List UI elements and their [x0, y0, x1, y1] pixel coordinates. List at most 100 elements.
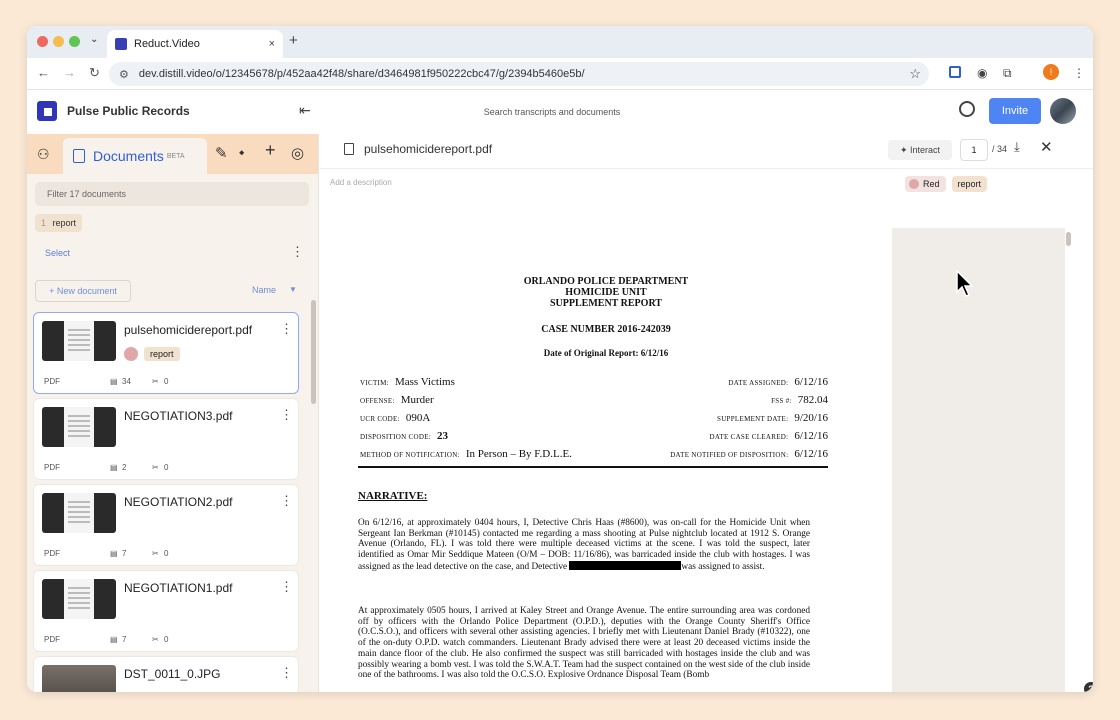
document-more-icon[interactable]: ⋮	[280, 665, 293, 681]
select-button[interactable]: Select	[45, 248, 70, 258]
close-window-dot[interactable]	[37, 36, 48, 47]
supplement-date-field: SUPPLEMENT DATE: 9/20/16	[717, 412, 828, 424]
reload-icon[interactable]: ↻	[89, 65, 100, 81]
global-search-input[interactable]: Search transcripts and documents	[467, 102, 637, 122]
header-line-1: ORLANDO POLICE DEPARTMENT	[523, 276, 689, 287]
pages-icon: ▤	[110, 463, 118, 472]
maximize-window-dot[interactable]	[69, 36, 80, 47]
highlighter-icon[interactable]: ✎	[215, 144, 228, 162]
document-thumbnail	[42, 321, 116, 361]
document-card[interactable]: NEGOTIATION2.pdf ⋮ PDF ▤ 7 ✂ 0	[33, 484, 299, 566]
date-cleared-field: DATE CASE CLEARED: 6/12/16	[709, 430, 828, 442]
pages-icon: ▤	[110, 377, 118, 386]
forward-icon[interactable]: →	[63, 65, 76, 80]
narrative-paragraph-1: On 6/12/16, at approximately 0404 hours,…	[358, 518, 810, 572]
red-tag-label: Red	[923, 179, 940, 189]
people-icon[interactable]: ⚇	[37, 146, 50, 163]
download-icon[interactable]: ⤓	[1014, 139, 1020, 155]
report-tag[interactable]: report	[951, 176, 988, 192]
add-icon[interactable]: +	[265, 140, 276, 161]
workspace-name[interactable]: Pulse Public Records	[67, 104, 190, 118]
clips-icon: ✂	[152, 549, 159, 558]
invite-button[interactable]: Invite	[989, 98, 1041, 124]
tab-search-icon[interactable]: ⌄	[90, 34, 98, 45]
collapse-sidebar-icon[interactable]: ⇤	[299, 102, 311, 119]
sidebar-more-icon[interactable]: ⋮	[291, 244, 304, 260]
sidebar-scrollbar[interactable]	[311, 300, 316, 404]
header-line-2: HOMICIDE UNIT	[565, 287, 647, 298]
header-line-3: SUPPLEMENT REPORT	[550, 298, 662, 309]
sidebar-tabs: ⚇ Documents BETA ✎ ⬩ + ◎	[27, 134, 318, 174]
tag-icon[interactable]: ⬩	[239, 144, 244, 161]
browser-toolbar: ← → ↻ ⚙ dev.distill.video/o/12345678/p/4…	[27, 58, 1093, 90]
site-info-icon[interactable]: ⚙	[119, 68, 129, 81]
document-name: NEGOTIATION2.pdf	[124, 495, 233, 509]
redaction-bar	[569, 560, 682, 570]
offense-field: OFFENSE: Murder	[360, 394, 434, 406]
document-name: pulsehomicidereport.pdf	[124, 323, 253, 337]
document-card[interactable]: pulsehomicidereport.pdf ⋮ report PDF ▤ 3…	[33, 312, 299, 394]
report-tag: report	[144, 347, 180, 361]
document-card[interactable]: NEGOTIATION1.pdf ⋮ PDF ▤ 7 ✂ 0	[33, 570, 299, 652]
document-more-icon[interactable]: ⋮	[280, 407, 293, 423]
red-color-tag	[124, 347, 138, 361]
page-number-input[interactable]: 1	[960, 139, 988, 161]
file-type: PDF	[44, 549, 60, 558]
image-thumbnail	[42, 665, 116, 692]
browser-menu-icon[interactable]: ⋮	[1073, 66, 1085, 80]
interact-button[interactable]: ✦ Interact	[888, 140, 952, 160]
report-header: ORLANDO POLICE DEPARTMENT HOMICIDE UNIT …	[328, 276, 884, 309]
extensions-puzzle-icon[interactable]: ⧉	[1003, 66, 1012, 81]
document-more-icon[interactable]: ⋮	[280, 321, 293, 337]
minimize-window-dot[interactable]	[53, 36, 64, 47]
clips-icon: ✂	[152, 463, 159, 472]
description-input[interactable]: Add a description	[330, 178, 392, 187]
new-tab-icon[interactable]: +	[289, 32, 298, 49]
clips-icon: ✂	[152, 635, 159, 644]
new-document-button[interactable]: + New document	[35, 280, 131, 302]
reduct-favicon-icon	[115, 38, 127, 50]
extension-icon[interactable]	[949, 66, 961, 78]
pdf-page: ORLANDO POLICE DEPARTMENT HOMICIDE UNIT …	[328, 228, 884, 692]
document-more-icon[interactable]: ⋮	[280, 493, 293, 509]
workspace-logo-icon[interactable]	[37, 101, 57, 121]
history-clock-icon[interactable]	[959, 101, 975, 117]
sort-direction-icon[interactable]: ▼	[289, 285, 297, 294]
app-header: Pulse Public Records ⇤ Search transcript…	[27, 90, 1093, 134]
original-report-date: Date of Original Report: 6/12/16	[543, 348, 669, 358]
viewer-title: pulsehomicidereport.pdf	[344, 142, 492, 156]
help-icon[interactable]: ?	[1084, 682, 1093, 692]
clip-count: 0	[164, 463, 169, 472]
document-name: DST_0011_0.JPG	[124, 667, 221, 681]
bookmark-star-icon[interactable]: ☆	[909, 66, 921, 82]
active-filter-chip[interactable]: 1 report	[35, 214, 83, 232]
user-avatar[interactable]	[1050, 98, 1076, 124]
profile-avatar-icon[interactable]: !	[1043, 64, 1059, 80]
browser-tab[interactable]: Reduct.Video ×	[107, 30, 283, 58]
document-tags: report	[124, 347, 180, 361]
document-card[interactable]: NEGOTIATION3.pdf ⋮ PDF ▤ 2 ✂ 0	[33, 398, 299, 480]
document-card[interactable]: DST_0011_0.JPG ⋮	[33, 656, 299, 692]
tab-close-icon[interactable]: ×	[269, 38, 275, 50]
sort-by-name[interactable]: Name	[252, 285, 276, 295]
disposition-field: DISPOSITION CODE: 23	[360, 430, 449, 442]
address-bar[interactable]: ⚙ dev.distill.video/o/12345678/p/452aa42…	[109, 62, 929, 86]
red-tag[interactable]: Red	[905, 176, 946, 192]
camera-icon[interactable]: ◉	[977, 66, 987, 80]
tab-documents[interactable]: Documents BETA	[63, 138, 207, 174]
file-type: PDF	[44, 635, 60, 644]
close-viewer-icon[interactable]: ✕	[1040, 138, 1053, 156]
ucr-field: UCR CODE: 090A	[360, 412, 431, 424]
viewer-scrollbar[interactable]	[1066, 232, 1071, 246]
document-more-icon[interactable]: ⋮	[280, 579, 293, 595]
pages-icon: ▤	[110, 635, 118, 644]
document-filter-input[interactable]: Filter 17 documents	[35, 182, 309, 206]
file-type: PDF	[44, 463, 60, 472]
clip-count: 0	[164, 377, 169, 386]
back-icon[interactable]: ←	[37, 65, 50, 80]
case-number: CASE NUMBER 2016-242039	[541, 324, 671, 335]
tab-title: Reduct.Video	[134, 38, 200, 50]
ai-chat-icon[interactable]: ◎	[291, 144, 304, 162]
page-count: 7	[122, 549, 127, 558]
browser-window: ⌄ Reduct.Video × + ← → ↻ ⚙ dev.distill.v…	[27, 26, 1093, 692]
